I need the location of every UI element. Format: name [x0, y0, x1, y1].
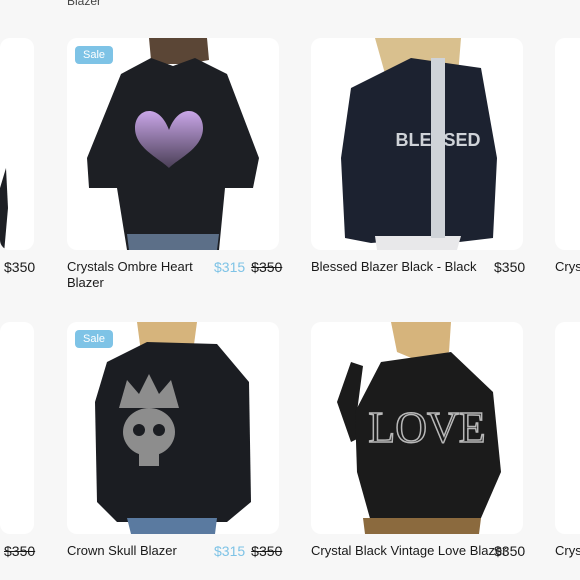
- product-card-partial-left[interactable]: [0, 38, 34, 250]
- original-price: $350: [251, 543, 283, 559]
- graphic-text: BLESSED: [395, 130, 480, 150]
- product-title[interactable]: Crystals Ombre Heart Blazer: [67, 259, 197, 291]
- product-image: LOVE: [337, 322, 501, 534]
- product-image: [95, 322, 251, 534]
- product-card[interactable]: Sale: [67, 322, 279, 534]
- product-price: $350: [494, 543, 526, 559]
- product-image: [0, 168, 8, 250]
- product-price: $315 $350: [214, 543, 282, 559]
- product-card[interactable]: Sale: [67, 38, 279, 250]
- product-image: BLESSED: [341, 38, 497, 250]
- sale-badge: Sale: [75, 330, 114, 348]
- original-price: $350: [251, 259, 283, 275]
- product-card[interactable]: BLESSED: [311, 38, 523, 250]
- product-card-partial-right[interactable]: [555, 38, 580, 250]
- product-title[interactable]: Crystal Black Vintage Love Blazer: [311, 543, 507, 559]
- sale-price: $315: [214, 259, 246, 275]
- product-title[interactable]: Cryst: [555, 259, 580, 275]
- sale-badge: Sale: [75, 46, 114, 64]
- product-card[interactable]: LOVE: [311, 322, 523, 534]
- product-title[interactable]: Cryst: [555, 543, 580, 559]
- product-title[interactable]: Crown Skull Blazer: [67, 543, 207, 559]
- product-title[interactable]: Blessed Blazer Black - Black: [311, 259, 481, 275]
- product-price: $350: [4, 543, 36, 559]
- product-price: $350: [494, 259, 526, 275]
- product-card-partial-right[interactable]: [555, 322, 580, 534]
- graphic-text: LOVE: [368, 403, 485, 452]
- product-price: $315 $350: [214, 259, 282, 275]
- product-image: [87, 38, 259, 250]
- product-price: $350: [4, 259, 36, 275]
- sale-price: $315: [214, 543, 246, 559]
- previous-row-title-fragment: Blazer: [67, 0, 102, 8]
- product-card-partial-left[interactable]: [0, 322, 34, 534]
